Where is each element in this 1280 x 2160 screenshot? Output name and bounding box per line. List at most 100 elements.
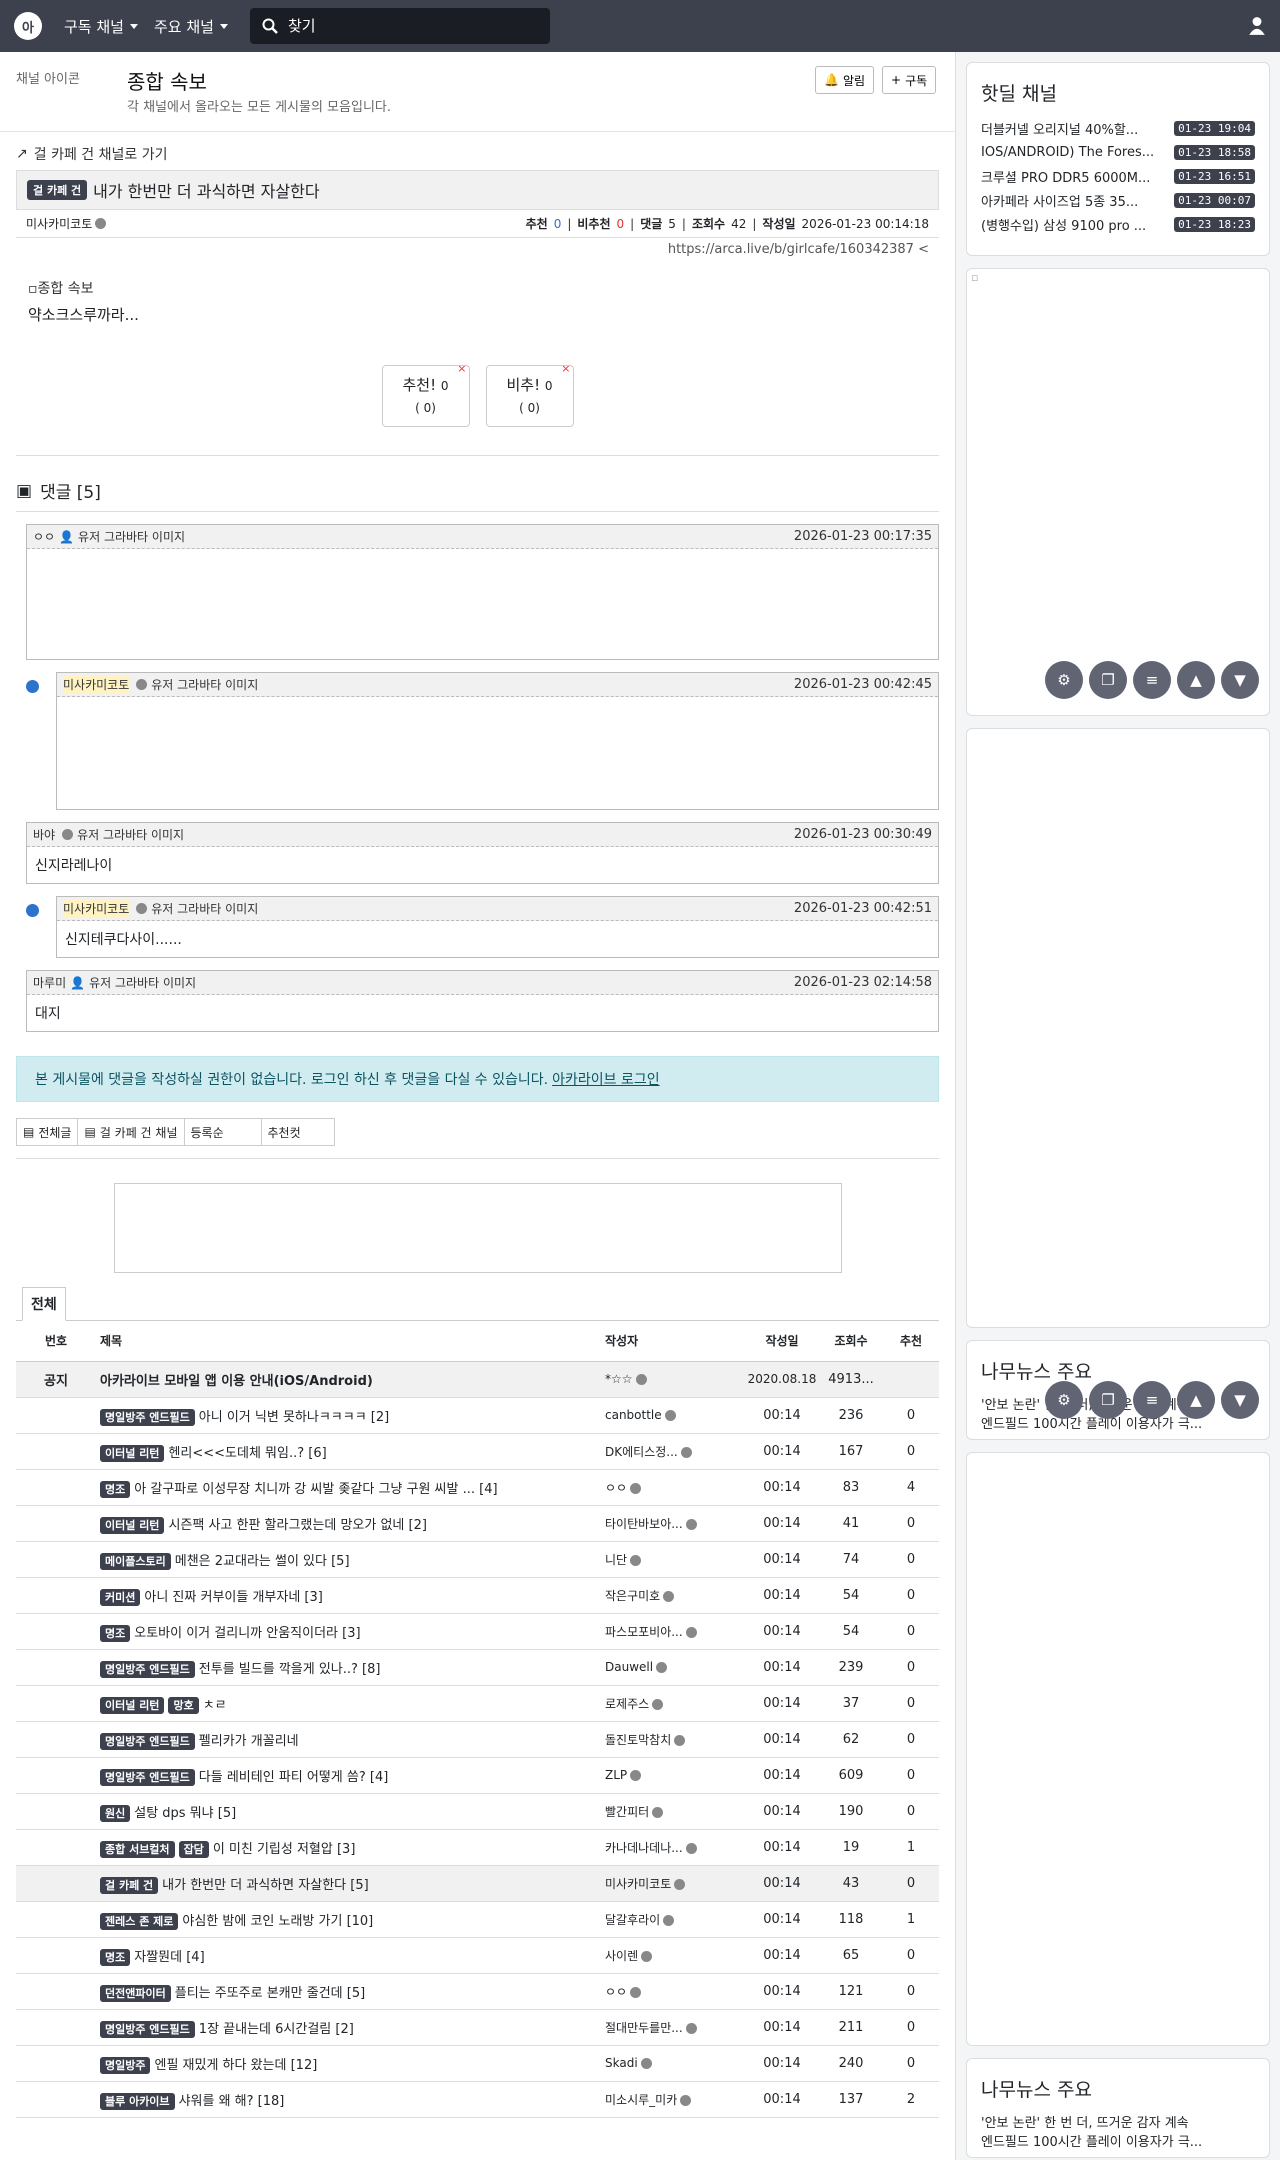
post-title[interactable]: 엔필 재밌게 하다 왔는데 [12] [154,2058,317,2073]
hotdeal-item[interactable]: 더블커넬 오리지널 40%할... 01-23 19:04 [981,116,1255,140]
comment-author[interactable]: 바야 [33,826,55,843]
table-row[interactable]: 명일방주 엔드필드 펠리카가 개꼴리네 돌진토막참치 00:14 62 0 [16,1721,939,1758]
row-author[interactable]: 로제주스 [605,1685,745,1722]
category-badge[interactable]: 명일방주 엔드필드 [100,1660,195,1678]
post-title[interactable]: 이 미친 기립성 저혈압 [3] [213,1842,356,1857]
hotdeal-item[interactable]: 아카페라 사이즈업 5종 35... 01-23 00:07 [981,188,1255,212]
sidebar-ad[interactable]: ▫ ⚙ ❐ ≡ ▲ ▼ [966,268,1270,716]
news-title[interactable]: 나무뉴스 주요 [981,2075,1255,2102]
post-title[interactable]: 자짤뭔데 [4] [134,1950,204,1965]
table-row[interactable]: 이터널 리턴 시즌팩 사고 한판 할라그랬는데 망오가 없네 [2] 타이탄바보아… [16,1505,939,1542]
category-badge[interactable]: 명일방주 엔드필드 [100,1768,195,1786]
tab-all-posts[interactable]: ▤ 전체글 [16,1118,79,1146]
article-author[interactable]: 미사카미코토 [26,215,92,232]
row-author[interactable]: ZLP [605,1757,745,1794]
table-row[interactable]: 종합 서브컬처 잡담 이 미친 기립성 저혈압 [3] 카나데나데나... 00:1… [16,1829,939,1866]
gear-icon[interactable]: ⚙ [1045,1381,1083,1419]
table-row[interactable]: 명조 자짤뭔데 [4] 사이렌 00:14 65 0 [16,1937,939,1974]
table-row[interactable]: 명일방주 엔드필드 다들 레비테인 파티 어떻게 씀? [4] ZLP 00:14… [16,1757,939,1794]
row-author[interactable]: 돌진토막참치 [605,1721,745,1758]
table-row[interactable]: 명일방주 엔드필드 1장 끝내는데 6시간걸림 [2] 절대만두를만... 00:… [16,2009,939,2046]
subscribe-button[interactable]: + 구독 [882,66,937,94]
list-icon[interactable]: ≡ [1133,1381,1171,1419]
comment-author[interactable]: ㅇㅇ [33,528,55,545]
row-author[interactable]: 절대만두를만... [605,2009,745,2046]
category-badge[interactable]: 명조 [100,1480,131,1498]
category-badge[interactable]: 메이플스토리 [100,1552,171,1570]
row-author[interactable]: ㅇㅇ [605,1973,745,2010]
category-badge[interactable]: 명일방주 엔드필드 [100,1732,195,1750]
row-title[interactable]: 명일방주 엔드필드 아니 이거 닉변 못하나ㅋㅋㅋㅋ [2] [96,1397,605,1434]
table-row[interactable]: 이터널 리턴 헨리<<<도데체 뭐임..? [6] DK에티스정... 00:14… [16,1433,939,1470]
news-title[interactable]: 나무뉴스 주요 [981,1357,1255,1384]
share-icon[interactable]: < [918,242,929,257]
arrow-down-icon[interactable]: ▼ [1221,661,1259,699]
tab-order[interactable]: 등록순 [183,1118,262,1146]
table-row[interactable]: 명일방주 엔필 재밌게 하다 왔는데 [12] Skadi 00:14 240 0 [16,2045,939,2082]
row-title[interactable]: 명일방주 엔드필드 펠리카가 개꼴리네 [96,1721,605,1758]
table-row[interactable]: 명일방주 엔드필드 아니 이거 닉변 못하나ㅋㅋㅋㅋ [2] canbottle … [16,1397,939,1434]
post-title[interactable]: 펠리카가 개꼴리네 [199,1734,299,1749]
category-badge[interactable]: 이터널 리턴 [100,1516,165,1534]
main-channels-menu[interactable]: 주요 채널 [154,16,228,37]
row-title[interactable]: 던전앤파이터 플티는 주또주로 본캐만 줄건데 [5] [96,1973,605,2010]
gear-icon[interactable]: ⚙ [1045,661,1083,699]
article-url[interactable]: https://arca.live/b/girlcafe/160342387 < [16,238,939,262]
table-row[interactable]: 메이플스토리 메챈은 2교대라는 썰이 있다 [5] 니단 00:14 74 0 [16,1541,939,1578]
category-badge[interactable]: 이터널 리턴 [100,1444,165,1462]
row-author[interactable]: ㅇㅇ [605,1469,745,1506]
vote-up-button[interactable]: × 추천! 0 ( 0) [381,362,470,427]
row-title[interactable]: 이터널 리턴 헨리<<<도데체 뭐임..? [6] [96,1433,605,1470]
table-row[interactable]: 커미션 아니 진짜 커부이들 개부자네 [3] 작은구미호 00:14 54 0 [16,1577,939,1614]
alarm-button[interactable]: 🔔 알림 [815,66,875,94]
comment-author[interactable]: 미사카미코토 [63,676,130,693]
row-title[interactable]: 메이플스토리 메챈은 2교대라는 썰이 있다 [5] [96,1541,605,1578]
post-title[interactable]: ㅊㄹ [203,1698,227,1713]
post-title[interactable]: 헨리<<<도데체 뭐임..? [6] [168,1446,326,1461]
post-title[interactable]: 메챈은 2교대라는 썰이 있다 [5] [175,1554,350,1569]
table-row[interactable]: 명조 오토바이 이거 걸리니까 안움직이더라 [3] 파스모포비아... 00:1… [16,1613,939,1650]
row-author[interactable]: Skadi [605,2045,745,2082]
row-title[interactable]: 이터널 리턴 망호 ㅊㄹ [96,1685,605,1722]
row-title[interactable]: 걸 카페 건 내가 한번만 더 과식하면 자살한다 [5] [96,1865,605,1902]
row-author[interactable]: 미사카미코토 [605,1865,745,1902]
row-title[interactable]: 블루 아카이브 샤워를 왜 해? [18] [96,2081,605,2118]
category-badge[interactable]: 걸 카페 건 [100,1876,159,1894]
news-item[interactable]: 엔드필드 100시간 플레이 이용자가 극... [981,2131,1255,2150]
category-badge[interactable]: 명조 [100,1624,131,1642]
copy-icon[interactable]: ❐ [1089,661,1127,699]
comment-author[interactable]: 마루미 [33,974,66,991]
user-icon[interactable] [1248,16,1266,36]
ad-banner[interactable] [113,1183,842,1273]
subscribed-channels-menu[interactable]: 구독 채널 [64,16,138,37]
vote-down-button[interactable]: × 비추! 0 ( 0) [485,362,574,427]
post-title[interactable]: 다들 레비테인 파티 어떻게 씀? [4] [199,1770,389,1785]
search-icon[interactable] [262,18,278,34]
post-title[interactable]: 오토바이 이거 걸리니까 안움직이더라 [3] [134,1626,360,1641]
post-title[interactable]: 아니 이거 닉변 못하나ㅋㅋㅋㅋ [2] [199,1410,389,1425]
row-author[interactable]: 사이렌 [605,1937,745,1974]
category-badge[interactable]: 이터널 리턴 [100,1696,165,1714]
row-title[interactable]: 원신 설탕 dps 뭐냐 [5] [96,1793,605,1830]
hotdeal-item[interactable]: (병행수입) 삼성 9100 pro ... 01-23 18:23 [981,212,1255,236]
arrow-up-icon[interactable]: ▲ [1177,1381,1215,1419]
category-badge[interactable]: 젠레스 존 제로 [100,1912,179,1930]
goto-channel-link[interactable]: ↗ 걸 카페 건 채널로 가기 [16,144,939,164]
row-author[interactable]: 달갈후라이 [605,1901,745,1938]
post-title[interactable]: 내가 한번만 더 과식하면 자살한다 [5] [162,1878,369,1893]
row-title[interactable]: 명일방주 엔필 재밌게 하다 왔는데 [12] [96,2045,605,2082]
table-row[interactable]: 이터널 리턴 망호 ㅊㄹ 로제주스 00:14 37 0 [16,1685,939,1722]
row-author[interactable]: 빨간피터 [605,1793,745,1830]
table-row[interactable]: 공지 아카라이브 모바일 앱 이용 안내(iOS/Android) *☆☆ 20… [16,1361,939,1398]
table-row[interactable]: 원신 설탕 dps 뭐냐 [5] 빨간피터 00:14 190 0 [16,1793,939,1830]
row-author[interactable]: 니단 [605,1541,745,1578]
row-title[interactable]: 이터널 리턴 시즌팩 사고 한판 할라그랬는데 망오가 없네 [2] [96,1505,605,1542]
post-title[interactable]: 플티는 주또주로 본캐만 줄건데 [5] [175,1986,365,2001]
category-badge[interactable]: 종합 서브컬처 [100,1840,175,1858]
category-badge[interactable]: 망호 [168,1696,199,1714]
hotdeal-item[interactable]: 크루셜 PRO DDR5 6000M... 01-23 16:51 [981,164,1255,188]
post-title[interactable]: 시즌팩 사고 한판 할라그랬는데 망오가 없네 [2] [168,1518,427,1533]
row-title[interactable]: 명조 자짤뭔데 [4] [96,1937,605,1974]
hotdeal-title[interactable]: 핫딜 채널 [981,79,1255,106]
row-title[interactable]: 명조 아 갈구파로 이성무장 치니까 강 씨발 좆같다 그냥 구원 씨발 ... … [96,1469,605,1506]
